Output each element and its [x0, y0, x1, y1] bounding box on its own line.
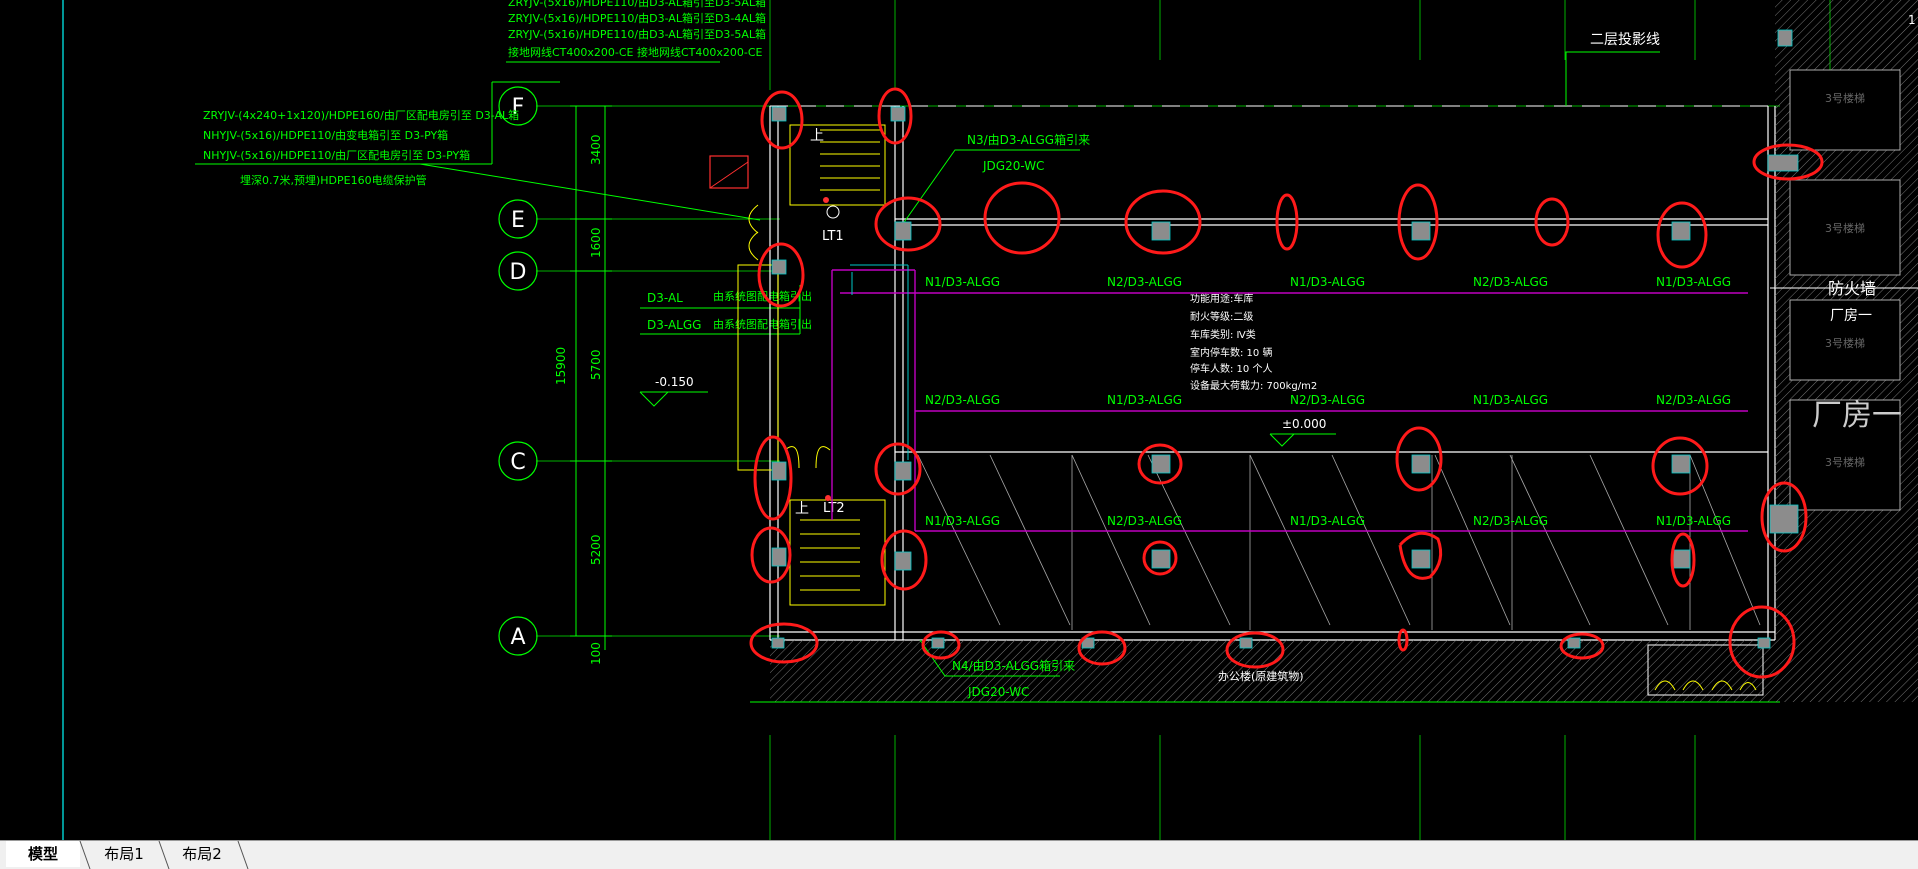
lt2-dot — [825, 495, 831, 501]
pipe-labels-row3: N1/D3-ALGG N2/D3-ALGG N1/D3-ALGG N2/D3-A… — [925, 514, 1731, 528]
lt2-label: LT2 — [823, 501, 845, 516]
pipe-labels-row2: N2/D3-ALGG N1/D3-ALGG N2/D3-ALGG N1/D3-A… — [925, 393, 1731, 407]
panel-labels: D3-AL D3-ALGG 由系统图配电箱引出 由系统图配电箱引出 — [647, 289, 812, 332]
dim-5200: 5200 — [589, 534, 603, 565]
dim-3400: 3400 — [589, 134, 603, 165]
corner-mark: 1 — [1908, 13, 1916, 27]
spec-block: 功能用途:车库 耐火等级:二级 车库类别: Ⅳ类 室内停车数: 10 辆 停车人… — [1190, 292, 1317, 392]
axis-grid — [536, 0, 1831, 840]
svg-text:耐火等级:二级: 耐火等级:二级 — [1190, 310, 1253, 323]
top-notes: ZRYJV-(5x16)/HDPE110/由D3-AL箱引至D3-5AL箱 ZR… — [508, 0, 766, 59]
svg-text:设备最大荷载力: 700kg/m2: 设备最大荷载力: 700kg/m2 — [1190, 379, 1317, 392]
dim-100: 100 — [589, 642, 603, 665]
shadow-line-label: 二层投影线 — [1590, 32, 1660, 48]
svg-text:N1/D3-ALGG: N1/D3-ALGG — [1107, 393, 1182, 407]
svg-text:3号楼梯: 3号楼梯 — [1825, 455, 1865, 469]
level-marker-b: ±0.000 — [1269, 417, 1336, 447]
factory-label-small: 厂房一 — [1830, 308, 1872, 324]
svg-text:N2/D3-ALGG: N2/D3-ALGG — [1107, 514, 1182, 528]
axis-label-c: C — [510, 450, 525, 475]
svg-text:停车人数: 10 个人: 停车人数: 10 个人 — [1190, 362, 1272, 375]
svg-text:N2/D3-ALGG: N2/D3-ALGG — [1290, 393, 1365, 407]
cad-drawing: 3400 1600 5700 5200 100 15900 F E D C A … — [62, 0, 1918, 840]
svg-text:N4/由D3-ALGG箱引来: N4/由D3-ALGG箱引来 — [952, 658, 1075, 673]
pipe-labels-row1: N1/D3-ALGG N2/D3-ALGG N1/D3-ALGG N2/D3-A… — [925, 275, 1731, 289]
svg-text:N1/D3-ALGG: N1/D3-ALGG — [925, 514, 1000, 528]
svg-text:N2/D3-ALGG: N2/D3-ALGG — [1473, 514, 1548, 528]
parking-stall-lines — [917, 454, 1761, 630]
axis-label-a: A — [510, 625, 525, 650]
svg-text:N1/D3-ALGG: N1/D3-ALGG — [1290, 514, 1365, 528]
cad-drawing-canvas[interactable]: 3400 1600 5700 5200 100 15900 F E D C A … — [0, 0, 1918, 840]
note-top-4: 接地网线CT400x200-CE 接地网线CT400x200-CE — [508, 45, 763, 59]
svg-text:3号楼梯: 3号楼梯 — [1825, 336, 1865, 350]
tab-separator — [237, 841, 249, 869]
tab-model[interactable]: 模型 — [6, 841, 80, 867]
svg-text:N2/D3-ALGG: N2/D3-ALGG — [1656, 393, 1731, 407]
stair-up-label-2: 上 — [795, 501, 809, 517]
svg-text:车库类别: Ⅳ类: 车库类别: Ⅳ类 — [1190, 328, 1256, 341]
left-notes: ZRYJV-(4x240+1x120)/HDPE160/由厂区配电房引至 D3-… — [203, 108, 519, 187]
red-panel-diagonal — [709, 161, 749, 189]
building-walls — [769, 106, 1776, 641]
svg-text:N1/D3-ALGG: N1/D3-ALGG — [1656, 275, 1731, 289]
cyan-routes — [850, 264, 909, 460]
dim-total: 15900 — [554, 347, 568, 385]
note-top-2: ZRYJV-(5x16)/HDPE110/由D3-AL箱引至D3-4AL箱 — [508, 11, 766, 25]
svg-text:3号楼梯: 3号楼梯 — [1825, 221, 1865, 235]
svg-text:-0.150: -0.150 — [655, 375, 694, 389]
tab-layout1[interactable]: 布局1 — [88, 841, 160, 867]
panel-note-2: 由系统图配电箱引出 — [713, 317, 812, 331]
dim-5700: 5700 — [589, 349, 603, 380]
svg-text:N2/D3-ALGG: N2/D3-ALGG — [925, 393, 1000, 407]
axis-label-d: D — [510, 260, 527, 285]
shadow-line-leader — [1565, 51, 1660, 106]
axis-labels: F E D C A — [510, 95, 527, 650]
lt1-label: LT1 — [822, 229, 844, 244]
panel-label-algg: D3-ALGG — [647, 318, 701, 332]
svg-text:JDG20-WC: JDG20-WC — [967, 685, 1029, 699]
factory-label-big: 厂房一 — [1812, 398, 1902, 433]
dimension-texts: 3400 1600 5700 5200 100 15900 — [554, 134, 603, 665]
svg-text:N3/由D3-ALGG箱引来: N3/由D3-ALGG箱引来 — [967, 132, 1090, 147]
svg-text:N2/D3-ALGG: N2/D3-ALGG — [1107, 275, 1182, 289]
svg-text:室内停车数: 10 辆: 室内停车数: 10 辆 — [1190, 346, 1272, 359]
layout-tab-bar: 模型 布局1 布局2 — [0, 840, 1918, 869]
axis-label-e: E — [511, 208, 525, 233]
lt1-dot — [823, 197, 829, 203]
svg-text:N1/D3-ALGG: N1/D3-ALGG — [1473, 393, 1548, 407]
svg-text:N1/D3-ALGG: N1/D3-ALGG — [1290, 275, 1365, 289]
note-left-3: NHYJV-(5x16)/HDPE110/由厂区配电房引至 D3-PY箱 — [203, 148, 470, 162]
axis-bubbles — [498, 86, 538, 656]
tab-layout2[interactable]: 布局2 — [166, 841, 238, 867]
note-left-1: ZRYJV-(4x240+1x120)/HDPE160/由厂区配电房引至 D3-… — [203, 108, 519, 122]
note-left-4: 埋深0.7米,预埋)HDPE160电缆保护管 — [240, 173, 427, 187]
note-top-1: ZRYJV-(5x16)/HDPE110/由D3-AL箱引至D3-5AL箱 — [508, 0, 766, 9]
svg-text:N1/D3-ALGG: N1/D3-ALGG — [925, 275, 1000, 289]
stair-up-label-1: 上 — [810, 128, 824, 144]
callout-top: N3/由D3-ALGG箱引来 JDG20-WC — [967, 132, 1090, 173]
office-note: 办公楼(原建筑物) — [1218, 669, 1304, 683]
svg-text:功能用途:车库: 功能用途:车库 — [1190, 292, 1253, 305]
panel-label-al: D3-AL — [647, 291, 683, 305]
svg-text:N2/D3-ALGG: N2/D3-ALGG — [1473, 275, 1548, 289]
level-marker-a: -0.150 — [639, 375, 708, 407]
svg-text:JDG20-WC: JDG20-WC — [982, 159, 1044, 173]
note-top-3: ZRYJV-(5x16)/HDPE110/由D3-AL箱引至D3-5AL箱 — [508, 27, 766, 41]
svg-text:±0.000: ±0.000 — [1282, 417, 1326, 431]
red-panel-symbol — [709, 155, 749, 189]
dim-1600: 1600 — [589, 227, 603, 258]
svg-text:N1/D3-ALGG: N1/D3-ALGG — [1656, 514, 1731, 528]
note-left-2: NHYJV-(5x16)/HDPE110/由变电箱引至 D3-PY箱 — [203, 128, 448, 142]
svg-text:3号楼梯: 3号楼梯 — [1825, 91, 1865, 105]
lamp-symbol — [826, 205, 840, 219]
